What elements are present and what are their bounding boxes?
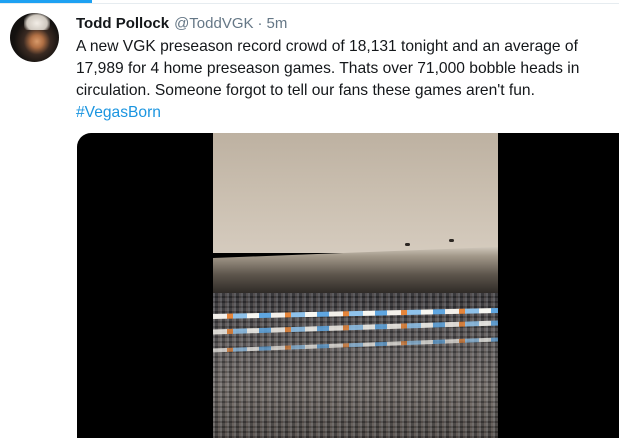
arena-ceiling <box>213 133 498 253</box>
ceiling-light <box>449 239 454 242</box>
hashtag-link[interactable]: #VegasBorn <box>76 104 161 121</box>
separator-dot: · <box>257 15 263 32</box>
arena-rafter <box>213 247 498 293</box>
tweet-body: A new VGK preseason record crowd of 18,1… <box>76 38 580 99</box>
author-display-name[interactable]: Todd Pollock <box>76 13 169 35</box>
avatar[interactable] <box>10 13 59 62</box>
divider <box>0 3 619 4</box>
video-frame <box>213 133 498 438</box>
tweet-video[interactable] <box>77 133 619 438</box>
tweet-header: Todd Pollock @ToddVGK · 5m <box>76 13 287 35</box>
ceiling-light <box>405 243 410 246</box>
tweet-text: A new VGK preseason record crowd of 18,1… <box>76 36 606 124</box>
tweet-timestamp[interactable]: 5m <box>267 13 288 35</box>
author-handle[interactable]: @ToddVGK <box>174 13 253 35</box>
